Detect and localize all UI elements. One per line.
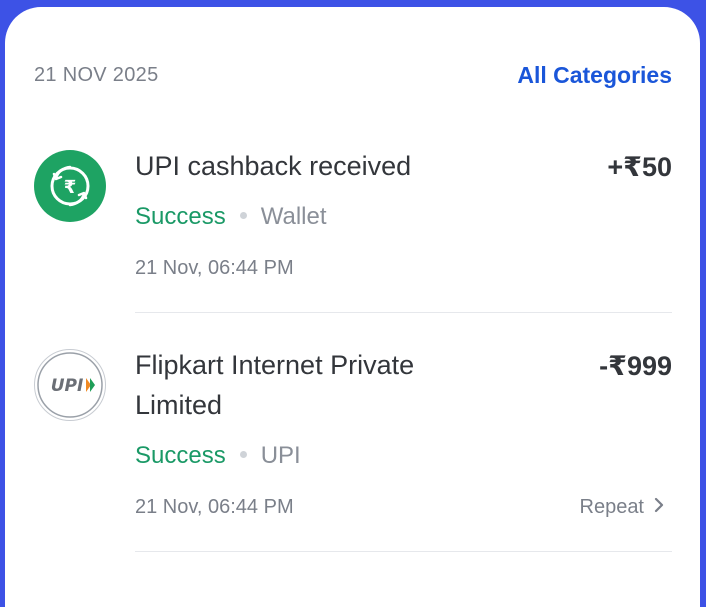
transaction-amount: +₹50 — [607, 152, 672, 182]
transaction-title: Flipkart Internet Private Limited — [135, 345, 414, 425]
divider — [135, 551, 672, 552]
chevron-right-icon — [654, 496, 664, 519]
repeat-button[interactable]: Repeat — [580, 496, 665, 519]
transaction-title: UPI cashback received — [135, 151, 412, 181]
svg-text:₹: ₹ — [64, 177, 77, 198]
transaction-title-line-1: Flipkart Internet Private — [135, 350, 415, 380]
status-success: Success — [135, 442, 226, 469]
transaction-time: 21 Nov, 06:44 PM — [135, 496, 294, 518]
divider — [135, 312, 672, 313]
transaction-amount: -₹999 — [599, 351, 672, 381]
transactions-card: 21 NOV 2025 All Categories ₹ UPI cashbac… — [5, 7, 700, 607]
status-line: Success Wallet — [135, 203, 327, 231]
transaction-title-line-2: Limited — [135, 390, 223, 420]
date-header: 21 NOV 2025 — [34, 64, 159, 86]
status-success: Success — [135, 203, 226, 230]
upi-logo-icon: UPI — [34, 349, 106, 421]
repeat-label: Repeat — [579, 496, 645, 518]
all-categories-link[interactable]: All Categories — [517, 62, 672, 89]
status-line: Success UPI — [135, 442, 301, 470]
svg-text:UPI: UPI — [51, 376, 84, 396]
transaction-time: 21 Nov, 06:44 PM — [135, 257, 294, 279]
rupee-cashback-icon: ₹ — [34, 150, 106, 222]
separator-dot — [239, 451, 247, 459]
payment-method: UPI — [260, 442, 301, 469]
separator-dot — [239, 212, 247, 220]
payment-method: Wallet — [260, 203, 327, 230]
